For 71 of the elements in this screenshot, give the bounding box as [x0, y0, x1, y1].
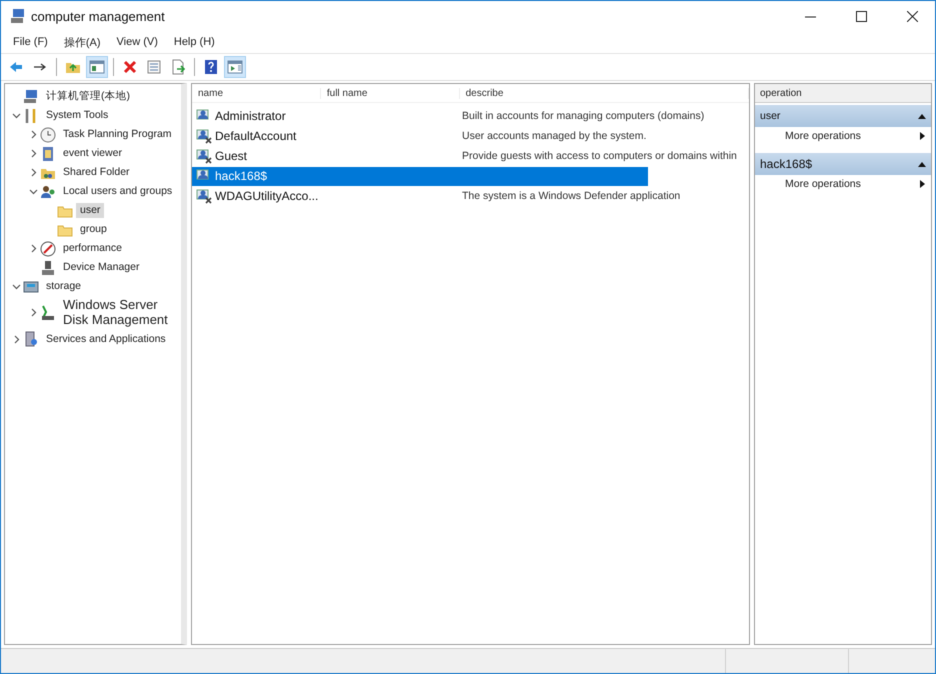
action-item[interactable]: More operations: [755, 127, 931, 145]
actions-section-header[interactable]: hack168$: [755, 153, 931, 175]
user-name: WDAGUtilityAcco...: [215, 189, 318, 203]
menu-item[interactable]: File (F): [5, 36, 56, 48]
tree-item[interactable]: storage: [42, 279, 86, 294]
user-icon: [196, 188, 212, 204]
column-header[interactable]: full name: [320, 88, 460, 98]
tree-item[interactable]: System Tools: [42, 108, 112, 123]
expand-chevron-icon[interactable]: [12, 334, 20, 344]
menu-item[interactable]: 操作(A): [56, 34, 108, 50]
collapse-chevron-icon[interactable]: [28, 187, 38, 196]
selected-row-highlight[interactable]: hack168$: [192, 166, 648, 186]
user-name: Guest: [215, 149, 248, 163]
user-description: Provide guests with access to computers or domains within: [462, 150, 737, 162]
user-icon: [196, 128, 212, 144]
users-icon: [40, 184, 56, 200]
event-log-icon: [40, 146, 56, 162]
menu-item[interactable]: Help (H): [166, 36, 223, 48]
tree-item[interactable]: Device Manager: [59, 260, 144, 275]
tree-item[interactable]: event viewer: [59, 146, 126, 161]
user-description: User accounts managed by the system.: [462, 130, 646, 142]
delete-icon: [122, 59, 138, 75]
user-name: Administrator: [215, 109, 286, 123]
tree-item[interactable]: 计算机管理(本地): [42, 89, 134, 104]
actions-section-header[interactable]: user: [755, 105, 931, 127]
services-icon: [23, 331, 39, 348]
console-tree-icon: [89, 59, 105, 75]
back-arrow-icon: [8, 59, 24, 75]
column-header[interactable]: describe: [460, 88, 749, 98]
expand-chevron-icon[interactable]: [28, 149, 38, 158]
storage-icon: [23, 278, 39, 294]
tree-item[interactable]: group: [76, 222, 111, 237]
maximize-icon: [856, 10, 866, 22]
expand-chevron-icon[interactable]: [28, 308, 38, 318]
collapse-triangle-icon: [918, 161, 926, 167]
submenu-triangle-icon: [920, 132, 925, 140]
tree-item[interactable]: Windows Server Disk Management: [59, 297, 177, 329]
tree-item[interactable]: Task Planning Program: [59, 127, 176, 142]
gauge-icon: [40, 240, 56, 256]
help-icon: [203, 59, 219, 75]
user-description: Built in accounts for managing computers (domains): [462, 110, 704, 122]
device-icon: [40, 260, 56, 276]
export-list-icon: [170, 59, 186, 75]
tree-item[interactable]: performance: [59, 241, 126, 256]
disk-icon: [40, 304, 56, 321]
collapse-triangle-icon: [918, 113, 926, 119]
tree-item[interactable]: user: [76, 203, 104, 218]
expand-chevron-icon[interactable]: [28, 244, 38, 253]
collapse-chevron-icon[interactable]: [12, 282, 20, 291]
collapse-chevron-icon[interactable]: [12, 111, 20, 120]
expand-chevron-icon[interactable]: [28, 130, 38, 139]
tree-item[interactable]: Shared Folder: [59, 165, 134, 180]
submenu-triangle-icon: [920, 180, 925, 188]
action-item[interactable]: More operations: [755, 175, 931, 193]
column-header[interactable]: name: [192, 88, 321, 98]
action-pane-icon: [227, 59, 243, 75]
menu-item[interactable]: View (V): [108, 36, 166, 48]
expand-chevron-icon[interactable]: [28, 168, 38, 177]
computer-management-icon: [10, 8, 26, 24]
user-name: hack168$: [215, 169, 268, 183]
properties-icon: [146, 59, 162, 75]
computer-icon: [23, 88, 39, 104]
actions-title: operation: [755, 84, 931, 103]
user-name: DefaultAccount: [215, 129, 296, 143]
user-description: The system is a Windows Defender application: [462, 190, 680, 202]
tree-item[interactable]: Local users and groups: [59, 184, 176, 199]
close-icon: [906, 10, 918, 22]
window-title: computer management: [31, 8, 166, 24]
user-icon: [196, 148, 212, 164]
tree-item[interactable]: Services and Applications: [42, 332, 170, 346]
clock-icon: [40, 126, 56, 142]
